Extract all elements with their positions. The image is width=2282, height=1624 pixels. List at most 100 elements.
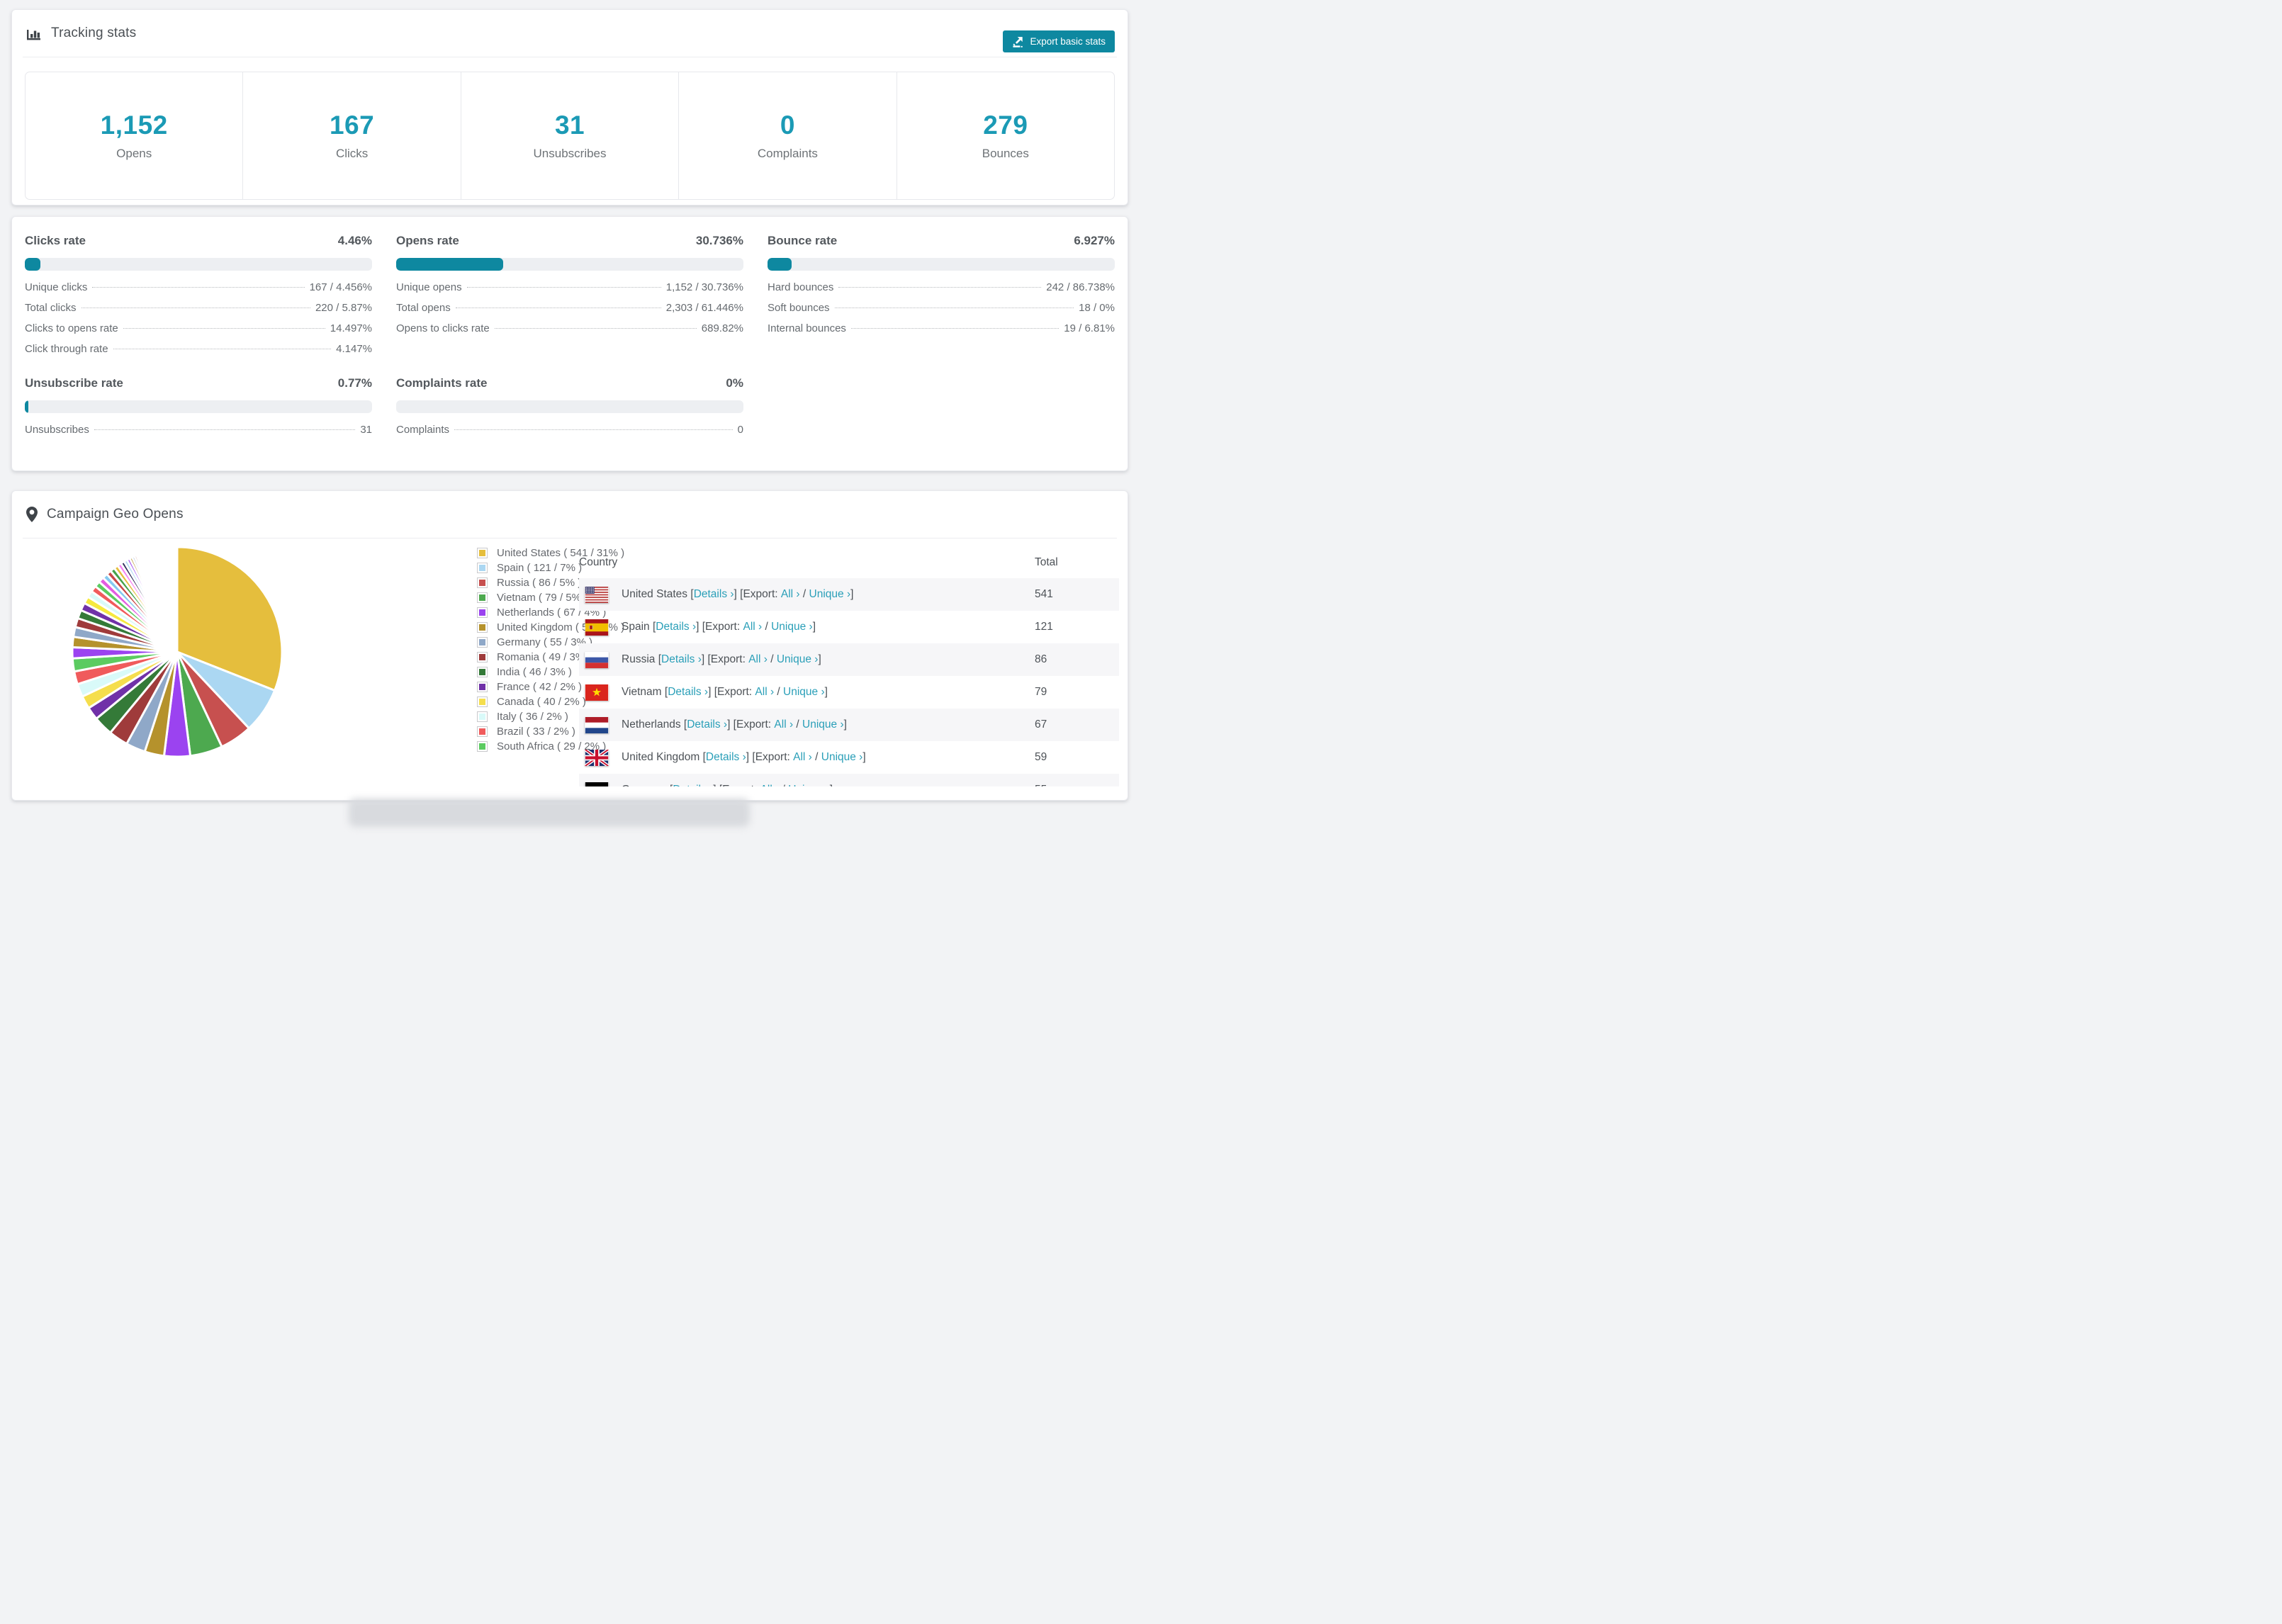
rate-block-clicks-rate: Clicks rate 4.46% Unique clicks 167 / 4.… <box>25 234 372 363</box>
rate-title: Unsubscribe rate <box>25 376 123 390</box>
geo-pie-chart <box>71 546 283 758</box>
legend-swatch <box>477 607 488 618</box>
details-link[interactable]: Details › <box>656 621 696 633</box>
stat-line-label: Complaints <box>396 424 450 436</box>
legend-label: Canada ( 40 / 2% ) <box>497 696 586 708</box>
export-all-link[interactable]: All › <box>743 621 762 633</box>
stat-line-label: Clicks to opens rate <box>25 322 118 334</box>
rate-stat-line: Click through rate 4.147% <box>25 343 372 363</box>
dotted-leader <box>94 429 356 430</box>
geo-table-body: United States [ Details › ] [Export: All… <box>579 578 1119 786</box>
export-all-link[interactable]: All › <box>755 686 774 699</box>
rate-value: 0% <box>726 376 743 390</box>
rate-progress-bar <box>396 258 743 271</box>
stat-line-label: Unsubscribes <box>25 424 89 436</box>
dotted-leader <box>466 287 661 288</box>
stat-value: 0 <box>780 111 795 140</box>
details-link[interactable]: Details › <box>694 588 734 601</box>
stat-label: Complaints <box>757 147 818 160</box>
stat-label: Unsubscribes <box>533 147 607 160</box>
rate-stat-line: Unique opens 1,152 / 30.736% <box>396 281 743 302</box>
page-title: Tracking stats <box>51 26 137 40</box>
legend-swatch <box>477 652 488 662</box>
country-name: Spain <box>622 621 650 633</box>
geo-opens-header: Campaign Geo Opens <box>12 491 1128 538</box>
dotted-leader <box>838 287 1042 288</box>
country-name: Russia <box>622 653 656 665</box>
export-all-link[interactable]: All › <box>793 751 812 764</box>
stat-line-label: Unique opens <box>396 281 462 293</box>
country-name: Germany <box>622 784 667 786</box>
export-unique-link[interactable]: Unique › <box>783 686 825 699</box>
rate-stat-line: Unique clicks 167 / 4.456% <box>25 281 372 302</box>
rate-title: Bounce rate <box>768 234 838 247</box>
export-unique-link[interactable]: Unique › <box>788 784 830 786</box>
details-link[interactable]: Details › <box>661 653 702 666</box>
rate-value: 4.46% <box>337 234 372 247</box>
country-total: 79 <box>1035 686 1047 698</box>
dotted-leader <box>454 429 733 430</box>
stat-value: 1,152 <box>100 111 168 140</box>
legend-label: Italy ( 36 / 2% ) <box>497 711 568 723</box>
rate-block-unsubscribe-rate: Unsubscribe rate 0.77% Unsubscribes 31 <box>25 376 372 444</box>
rate-stat-line: Total opens 2,303 / 61.446% <box>396 302 743 322</box>
export-all-link[interactable]: All › <box>774 718 793 731</box>
export-all-link[interactable]: All › <box>748 653 768 666</box>
geo-table-row-ru: Russia [ Details › ] [Export: All › / Un… <box>579 643 1119 676</box>
rate-progress-bar <box>25 258 372 271</box>
details-link[interactable]: Details › <box>668 686 708 699</box>
geo-table: Country Total United States [ Details › … <box>579 547 1119 786</box>
dotted-leader <box>92 287 305 288</box>
export-icon <box>1012 35 1024 47</box>
stat-line-value: 14.497% <box>330 322 372 334</box>
geo-opens-card: Campaign Geo Opens United States ( 541 /… <box>11 490 1128 801</box>
flag-gb-icon <box>585 749 609 766</box>
legend-label: France ( 42 / 2% ) <box>497 681 583 693</box>
rate-title: Clicks rate <box>25 234 86 247</box>
country-name: United Kingdom <box>622 751 700 763</box>
details-link[interactable]: Details › <box>687 718 727 731</box>
stat-line-label: Total opens <box>396 302 451 314</box>
export-unique-link[interactable]: Unique › <box>821 751 863 764</box>
export-unique-link[interactable]: Unique › <box>802 718 844 731</box>
stat-line-label: Unique clicks <box>25 281 88 293</box>
country-total: 55 <box>1035 774 1119 786</box>
country-name: United States <box>622 588 688 600</box>
column-header-total: Total <box>1035 556 1058 568</box>
export-unique-link[interactable]: Unique › <box>771 621 813 633</box>
legend-swatch <box>477 741 488 752</box>
rate-progress-bar <box>768 258 1115 271</box>
stat-line-label: Click through rate <box>25 343 108 355</box>
legend-label: Romania ( 49 / 3% ) <box>497 651 592 663</box>
rate-stat-line: Hard bounces 242 / 86.738% <box>768 281 1115 302</box>
details-link[interactable]: Details › <box>673 784 713 786</box>
legend-swatch <box>477 637 488 648</box>
export-all-link[interactable]: All › <box>781 588 800 601</box>
export-basic-stats-button[interactable]: Export basic stats <box>1003 30 1115 52</box>
legend-swatch <box>477 622 488 633</box>
export-unique-link[interactable]: Unique › <box>809 588 851 601</box>
rate-title: Complaints rate <box>396 376 488 390</box>
country-name: Vietnam <box>622 686 662 698</box>
flag-ru-icon <box>585 651 609 668</box>
stat-line-label: Internal bounces <box>768 322 846 334</box>
campaign-overview-dashboard: { "colors": { "accent": "#0E88A0", "stat… <box>0 0 1141 827</box>
dotted-leader <box>850 328 1060 329</box>
stat-label: Clicks <box>335 147 369 160</box>
stat-line-label: Total clicks <box>25 302 77 314</box>
stat-label: Bounces <box>982 147 1029 160</box>
rate-stat-line: Complaints 0 <box>396 424 743 444</box>
legend-label: Germany ( 55 / 3% ) <box>497 636 593 648</box>
stat-line-value: 18 / 0% <box>1079 302 1115 314</box>
geo-opens-title: Campaign Geo Opens <box>47 507 184 521</box>
rate-progress-bar <box>25 400 372 413</box>
stat-line-label: Opens to clicks rate <box>396 322 490 334</box>
stat-line-value: 4.147% <box>336 343 372 355</box>
details-link[interactable]: Details › <box>706 751 746 764</box>
legend-label: India ( 46 / 3% ) <box>497 666 572 678</box>
legend-label: Russia ( 86 / 5% ) <box>497 577 582 589</box>
export-unique-link[interactable]: Unique › <box>777 653 819 666</box>
export-all-link[interactable]: All › <box>760 784 780 786</box>
rate-stat-line: Total clicks 220 / 5.87% <box>25 302 372 322</box>
stats-summary-box: 1,152 Opens 167 Clicks 31 Unsubscribes 0… <box>25 72 1115 200</box>
